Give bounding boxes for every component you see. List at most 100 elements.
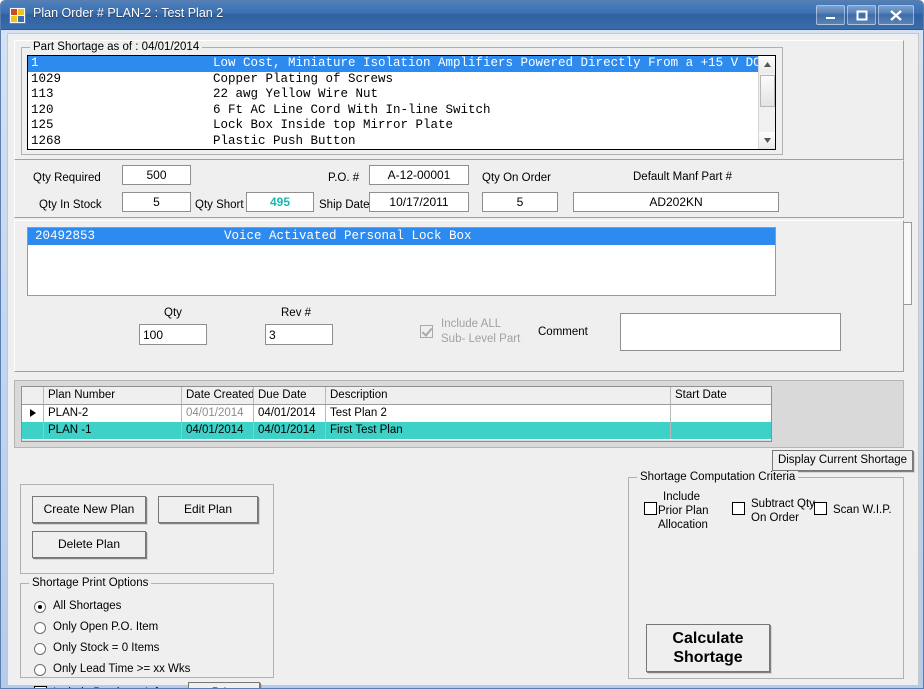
- cell-description: Test Plan 2: [326, 405, 671, 422]
- part-shortage-group-title: Part Shortage as of : 04/01/2014: [30, 41, 203, 53]
- table-row[interactable]: PLAN -1 04/01/2014 04/01/2014 First Test Pl…: [22, 422, 771, 439]
- print-button[interactable]: Print: [188, 682, 260, 688]
- print-option-radio[interactable]: [34, 601, 46, 613]
- delete-plan-button[interactable]: Delete Plan: [32, 531, 146, 558]
- table-row[interactable]: PLAN-2 04/01/2014 04/01/2014 Test Plan 2: [22, 405, 771, 422]
- print-option-radio[interactable]: [34, 664, 46, 676]
- shortage-item-description: 6 Ft AC Line Cord With In-line Switch: [213, 102, 491, 117]
- print-option-label: Only Open P.O. Item: [53, 621, 159, 633]
- shortage-computation-criteria-title: Shortage Computation Criteria: [637, 471, 799, 483]
- criteria-0-line1: Include: [663, 491, 701, 503]
- selected-part-code: 20492853: [35, 229, 96, 243]
- part-shortage-listbox[interactable]: 1 Low Cost, Miniature Isolation Amplifier…: [27, 55, 776, 150]
- cell-plan-number: PLAN -1: [44, 422, 182, 439]
- include-prior-plan-allocation-checkbox[interactable]: [644, 502, 657, 515]
- qty-required-label: Qty Required: [33, 172, 101, 184]
- shortage-item-description: 22 awg Yellow Wire Nut: [213, 87, 379, 102]
- part-shortage-panel: Part Shortage as of : 04/01/2014 1 Low Co…: [14, 40, 904, 160]
- shortage-list-item[interactable]: 1268 Plastic Push Button: [28, 133, 775, 149]
- listbox-scrollbar[interactable]: [758, 56, 775, 149]
- print-option-label: Only Lead Time >= xx Wks: [53, 663, 191, 675]
- minimize-button[interactable]: [816, 5, 845, 25]
- comment-label: Comment: [538, 326, 588, 338]
- qty-input[interactable]: 100: [139, 324, 207, 345]
- shortage-list-item[interactable]: 1029 Copper Plating of Screws: [28, 72, 775, 88]
- selected-part-panel: 20492853 Voice Activated Personal Lock B…: [14, 220, 904, 372]
- criteria-1-line1: Subtract Qty: [751, 498, 815, 510]
- shortage-item-description: Lock Box Inside top Mirror Plate: [213, 118, 454, 133]
- shortage-item-code: 1: [31, 56, 39, 70]
- ship-date-label: Ship Date: [319, 199, 370, 211]
- row-indicator[interactable]: [22, 405, 44, 422]
- shortage-fields-panel: Qty Required 500 Qty In Stock 5 Qty Shor…: [14, 160, 904, 218]
- grid-header-indicator: [22, 387, 44, 404]
- ship-date-input[interactable]: 10/17/2011: [369, 192, 469, 212]
- title-bar: Plan Order # PLAN-2 : Test Plan 2: [1, 1, 923, 30]
- criteria-2-line1: Scan W.I.P.: [833, 504, 892, 516]
- calculate-shortage-button[interactable]: Calculate Shortage: [646, 624, 770, 672]
- subtract-qty-on-order-checkbox[interactable]: [732, 502, 745, 515]
- scroll-up-icon[interactable]: [759, 56, 775, 73]
- maximize-button[interactable]: [847, 5, 876, 25]
- calculate-shortage-line2: Shortage: [673, 649, 743, 666]
- shortage-item-code: 125: [31, 118, 54, 133]
- grid-header-description[interactable]: Description: [326, 387, 671, 404]
- po-number-label: P.O. #: [328, 172, 360, 184]
- form-icon: [9, 7, 26, 24]
- qty-on-order-label: Qty On Order: [482, 172, 552, 184]
- qty-on-order-input[interactable]: 5: [482, 192, 558, 212]
- print-option-radio[interactable]: [34, 622, 46, 634]
- shortage-list-item[interactable]: 113 22 awg Yellow Wire Nut: [28, 87, 775, 103]
- scan-wip-checkbox[interactable]: [814, 502, 827, 515]
- shortage-list-item[interactable]: 125 Lock Box Inside top Mirror Plate: [28, 118, 775, 134]
- default-manf-part-input[interactable]: AD202KN: [573, 192, 779, 212]
- grid-header-plan-number[interactable]: Plan Number: [44, 387, 182, 404]
- selected-part-listbox[interactable]: 20492853 Voice Activated Personal Lock B…: [27, 227, 776, 296]
- shortage-item-description: Plastic Push Button: [213, 133, 356, 148]
- shortage-item-code: 1268: [31, 133, 62, 148]
- print-option-label: All Shortages: [53, 600, 122, 612]
- print-option-radio[interactable]: [34, 643, 46, 655]
- window-title: Plan Order # PLAN-2 : Test Plan 2: [33, 6, 224, 20]
- shortage-list-item[interactable]: 120 6 Ft AC Line Cord With In-line Switch: [28, 103, 775, 119]
- shortage-item-description: Copper Plating of Screws: [213, 71, 394, 86]
- shortage-list-item[interactable]: 1 Low Cost, Miniature Isolation Amplifier…: [28, 56, 775, 72]
- shortage-item-code: 1029: [31, 71, 62, 86]
- create-new-plan-button[interactable]: Create New Plan: [32, 496, 146, 523]
- shortage-print-options-title: Shortage Print Options: [29, 577, 152, 589]
- rev-label: Rev #: [281, 307, 312, 319]
- shortage-item-description: Low Cost, Miniature Isolation Amplifiers…: [213, 56, 776, 70]
- row-indicator[interactable]: [22, 422, 44, 439]
- qty-in-stock-input[interactable]: 5: [122, 192, 191, 212]
- include-all-sub-level-label-line2: Sub- Level Part: [441, 333, 521, 345]
- scrollbar-thumb[interactable]: [760, 75, 775, 107]
- cell-due-date: 04/01/2014: [254, 405, 326, 422]
- comment-input[interactable]: [620, 313, 841, 351]
- po-number-input[interactable]: A-12-00001: [369, 165, 469, 185]
- close-button[interactable]: [878, 5, 914, 25]
- rev-input[interactable]: 3: [265, 324, 333, 345]
- current-row-arrow-icon: [30, 409, 36, 417]
- grid-filler: [22, 440, 771, 441]
- include-all-sub-level-checkbox: [420, 325, 433, 338]
- plan-grid-container: Plan Number Date Created Due Date Descri…: [14, 380, 904, 448]
- qty-required-input[interactable]: 500: [122, 165, 191, 185]
- cell-date-created: 04/01/2014: [182, 422, 254, 439]
- selected-part-desc: Voice Activated Personal Lock Box: [224, 229, 472, 243]
- print-option-label: Only Stock = 0 Items: [53, 642, 160, 654]
- cell-description: First Test Plan: [326, 422, 671, 439]
- grid-header-date-created[interactable]: Date Created: [182, 387, 254, 404]
- grid-header-due-date[interactable]: Due Date: [254, 387, 326, 404]
- selected-part-row[interactable]: 20492853 Voice Activated Personal Lock B…: [28, 228, 775, 245]
- qty-in-stock-label: Qty In Stock: [39, 199, 102, 211]
- grid-header-row: Plan Number Date Created Due Date Descri…: [22, 387, 771, 405]
- grid-header-start-date[interactable]: Start Date: [671, 387, 767, 404]
- edit-plan-button[interactable]: Edit Plan: [158, 496, 258, 523]
- plan-grid[interactable]: Plan Number Date Created Due Date Descri…: [21, 386, 772, 442]
- criteria-0-line2: Prior Plan: [658, 505, 709, 517]
- scroll-down-icon[interactable]: [759, 132, 775, 149]
- cell-plan-number: PLAN-2: [44, 405, 182, 422]
- display-current-shortage-button[interactable]: Display Current Shortage: [772, 450, 913, 471]
- qty-label: Qty: [164, 307, 182, 319]
- cell-due-date: 04/01/2014: [254, 422, 326, 439]
